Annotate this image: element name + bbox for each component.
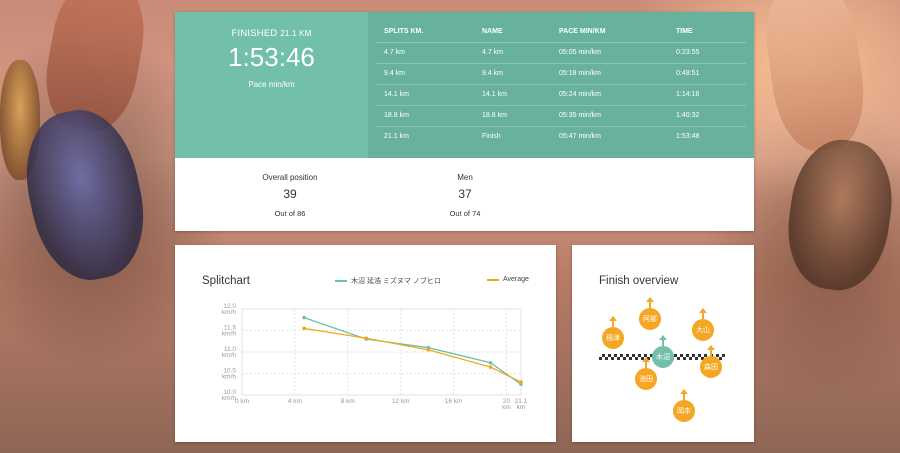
table-row: 9.4 km 9.4 km 05:18 min/km 0:48:51 [376, 63, 746, 85]
men-position-label: Men [457, 173, 473, 182]
splits-table: SPLITS KM. NAME PACE MIN/KM TIME 4.7 km … [376, 22, 746, 147]
splits-header-km: SPLITS KM. [376, 22, 474, 43]
men-position-total: Out of 74 [449, 209, 481, 218]
runner-marker-6[interactable]: 池田 [635, 357, 657, 390]
table-row: 18.8 km 18.8 km 05:35 min/km 1:40:32 [376, 105, 746, 127]
series-point-average [426, 348, 431, 352]
split-name: 14.1 km [474, 84, 551, 106]
runner-marker-1[interactable]: 稲津 [602, 316, 624, 349]
runner-marker-2[interactable]: 阿部 [639, 297, 661, 330]
finish-overview-card: Finish overview 稲津 阿部 大山 木沼 森田 池田 岡本 [572, 245, 754, 442]
runner-name: 木沼 [656, 354, 670, 361]
series-point-runner [488, 360, 493, 365]
split-name: 18.8 km [474, 105, 551, 127]
splits-header-row: SPLITS KM. NAME PACE MIN/KM TIME [376, 22, 746, 43]
splits-panel: SPLITS KM. NAME PACE MIN/KM TIME 4.7 km … [368, 12, 754, 158]
split-time: 1:14:16 [668, 84, 746, 106]
runner-shoe-right [780, 133, 900, 297]
splits-header-name: NAME [474, 22, 551, 43]
split-pace: 05:24 min/km [551, 84, 668, 106]
y-tick-label: 11.0 km/h [222, 346, 236, 359]
split-km: 18.8 km [376, 105, 474, 127]
finished-panel: FINISHED 21.1 KM 1:53:46 Pace min/km [175, 12, 368, 158]
x-tick-label: 8 km [341, 398, 355, 405]
split-km: 14.1 km [376, 84, 474, 106]
splitchart-plot: 10.0 km/h10.5 km/h11.0 km/h11.5 km/h12.0 km/h… [222, 303, 528, 411]
overall-position-stat: Overall position 39 Out of 86 [235, 173, 345, 218]
series-point-average [364, 336, 369, 341]
overall-position-label: Overall position [262, 173, 318, 182]
split-time: 1:40:32 [668, 105, 746, 127]
y-tick-label: 12.0 km/h [222, 303, 236, 316]
splitchart-card: Splitchart 木沼 延浩 ミズヌマ ノブヒロ Average 10.0 k… [175, 245, 556, 442]
runner-marker-self[interactable]: 木沼 [652, 335, 674, 368]
runner-marker-5[interactable]: 森田 [700, 345, 722, 378]
split-pace: 05:35 min/km [551, 105, 668, 127]
runner-name: 阿部 [643, 316, 657, 323]
x-tick-label: 16 km [445, 398, 463, 405]
runner-name: 池田 [639, 376, 653, 383]
runner-name: 大山 [696, 327, 710, 334]
x-tick-label: 0 km [235, 398, 249, 405]
split-name: Finish [482, 133, 501, 141]
y-tick-label: 10.5 km/h [222, 368, 236, 381]
splits-header-pace: PACE MIN/KM [551, 22, 668, 43]
runner-leg-right [758, 0, 872, 156]
series-line-average [304, 327, 522, 383]
split-time: 0:23:55 [668, 42, 746, 64]
results-card: FINISHED 21.1 KM 1:53:46 Pace min/km SPL… [175, 12, 754, 231]
finish-overview-title: Finish overview [599, 275, 679, 287]
men-position-stat: Men 37 Out of 74 [410, 173, 520, 218]
table-row: 14.1 km 14.1 km 05:24 min/km 1:14:16 [376, 84, 746, 106]
series-point-average [519, 380, 523, 384]
men-position-value: 37 [458, 187, 472, 201]
series-point-average [302, 326, 306, 331]
x-tick-label: 4 km [288, 398, 302, 405]
overall-position-total: Out of 86 [274, 209, 306, 218]
finished-word: FINISHED [231, 28, 278, 39]
split-time: 1:53:48 [676, 133, 700, 141]
split-pace: 05:05 min/km [551, 42, 668, 64]
runner-name: 岡本 [677, 408, 691, 415]
x-tick-label: 12 km [392, 398, 410, 405]
split-pace: 05:47 min/km [559, 133, 602, 141]
split-km: 21.1 km [384, 133, 409, 141]
table-row: 4.7 km 4.7 km 05:05 min/km 0:23:55 [376, 42, 746, 64]
split-time: 0:48:51 [668, 63, 746, 85]
split-pace: 05:18 min/km [551, 63, 668, 85]
x-tick-label: 20 km [502, 398, 511, 411]
series-point-runner [302, 315, 306, 320]
y-tick-label: 11.5 km/h [222, 325, 236, 338]
finish-time: 1:53:46 [228, 42, 315, 72]
splits-header-time: TIME [668, 22, 746, 43]
split-km: 4.7 km [376, 42, 474, 64]
runner-name: 稲津 [606, 335, 620, 342]
runner-marker-7[interactable]: 岡本 [673, 389, 695, 422]
pace-label: Pace min/km [248, 80, 295, 89]
series-point-average [488, 365, 493, 369]
runner-marker-3[interactable]: 大山 [692, 308, 714, 341]
table-row: 21.1 km Finish 05:47 min/km 1:53:48 [376, 126, 746, 147]
x-tick-label: 21.1 km [515, 398, 528, 411]
split-name: 9.4 km [474, 63, 551, 85]
finished-label: FINISHED 21.1 KM [175, 28, 368, 39]
split-km: 9.4 km [376, 63, 474, 85]
runner-name: 森田 [704, 364, 718, 371]
series-line-runner [303, 316, 522, 385]
finished-distance: 21.1 KM [280, 29, 312, 38]
split-name: 4.7 km [474, 42, 551, 64]
overall-position-value: 39 [283, 187, 297, 201]
